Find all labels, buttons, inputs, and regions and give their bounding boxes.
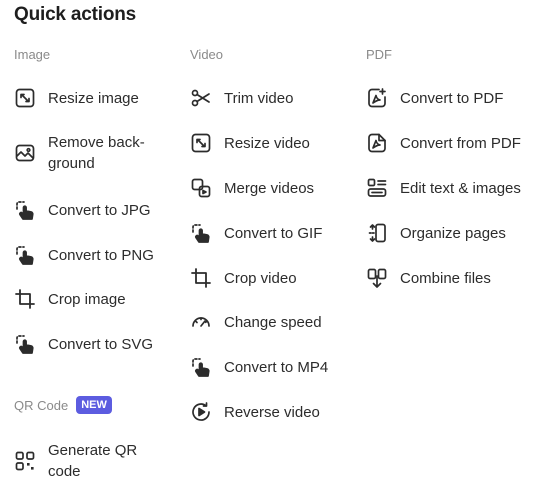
action-label: Remove back- ground xyxy=(48,134,145,172)
qr-code-header: QR Code NEW xyxy=(14,396,112,414)
action-label: Generate QR code xyxy=(48,442,138,480)
action-label: Convert from PDF xyxy=(400,134,521,152)
action-convert-to-png[interactable]: Convert to PNG xyxy=(14,244,179,266)
convert-to-pdf-icon xyxy=(366,87,388,109)
action-label: Combine files xyxy=(400,269,491,287)
action-label: Convert to SVG xyxy=(48,335,154,353)
action-label: Resize video xyxy=(224,134,310,152)
combine-files-icon xyxy=(366,267,388,289)
action-crop-video[interactable]: Crop video xyxy=(190,267,355,289)
qr-code-icon xyxy=(14,450,36,472)
merge-icon xyxy=(190,177,212,199)
action-label: Crop image xyxy=(48,290,126,308)
section-label-qr-code: QR Code xyxy=(14,397,69,413)
convert-hand-icon xyxy=(14,333,36,355)
action-convert-to-pdf[interactable]: Convert to PDF xyxy=(366,87,531,109)
action-label: Resize image xyxy=(48,89,139,107)
convert-hand-icon xyxy=(14,244,36,266)
crop-icon xyxy=(14,288,36,310)
action-change-speed[interactable]: Change speed xyxy=(190,311,355,333)
edit-text-images-icon xyxy=(366,177,388,199)
action-resize-image[interactable]: Resize image xyxy=(14,87,179,109)
action-trim-video[interactable]: Trim video xyxy=(190,87,355,109)
action-label: Convert to MP4 xyxy=(224,358,329,376)
convert-hand-icon xyxy=(14,199,36,221)
resize-icon xyxy=(190,132,212,154)
action-merge-videos[interactable]: Merge videos xyxy=(190,177,355,199)
action-convert-from-pdf[interactable]: Convert from PDF xyxy=(366,132,531,154)
speedometer-icon xyxy=(190,311,212,333)
action-label: Trim video xyxy=(224,89,294,107)
scissors-icon xyxy=(190,87,212,109)
action-convert-to-gif[interactable]: Convert to GIF xyxy=(190,222,355,244)
action-remove-background[interactable]: Remove back- ground xyxy=(14,132,179,174)
action-convert-to-svg[interactable]: Convert to SVG xyxy=(14,333,179,355)
section-label-pdf: PDF xyxy=(366,47,392,62)
new-badge: NEW xyxy=(76,396,112,414)
resize-icon xyxy=(14,87,36,109)
action-label: Crop video xyxy=(224,269,297,287)
convert-hand-icon xyxy=(190,356,212,378)
crop-icon xyxy=(190,267,212,289)
action-label: Change speed xyxy=(224,313,322,331)
action-combine-files[interactable]: Combine files xyxy=(366,267,531,289)
action-label: Convert to PNG xyxy=(48,246,154,264)
action-label: Convert to JPG xyxy=(48,201,151,219)
action-organize-pages[interactable]: Organize pages xyxy=(366,222,531,244)
convert-hand-icon xyxy=(190,222,212,244)
action-label: Organize pages xyxy=(400,224,506,242)
section-label-video: Video xyxy=(190,47,224,62)
reverse-video-icon xyxy=(190,401,212,423)
action-edit-text-images[interactable]: Edit text & images xyxy=(366,177,531,199)
remove-background-icon xyxy=(14,142,36,164)
action-label: Convert to GIF xyxy=(224,224,323,242)
action-reverse-video[interactable]: Reverse video xyxy=(190,401,355,423)
action-label: Reverse video xyxy=(224,403,320,421)
action-label: Edit text & images xyxy=(400,179,521,197)
pdf-file-icon xyxy=(366,132,388,154)
section-label-image: Image xyxy=(14,47,51,62)
action-convert-to-mp4[interactable]: Convert to MP4 xyxy=(190,356,355,378)
action-generate-qr-code[interactable]: Generate QR code xyxy=(14,440,179,482)
action-resize-video[interactable]: Resize video xyxy=(190,132,355,154)
action-convert-to-jpg[interactable]: Convert to JPG xyxy=(14,199,179,221)
organize-pages-icon xyxy=(366,222,388,244)
action-label: Convert to PDF xyxy=(400,89,504,107)
page-title: Quick actions xyxy=(14,4,136,25)
action-crop-image[interactable]: Crop image xyxy=(14,288,179,310)
action-label: Merge videos xyxy=(224,179,315,197)
